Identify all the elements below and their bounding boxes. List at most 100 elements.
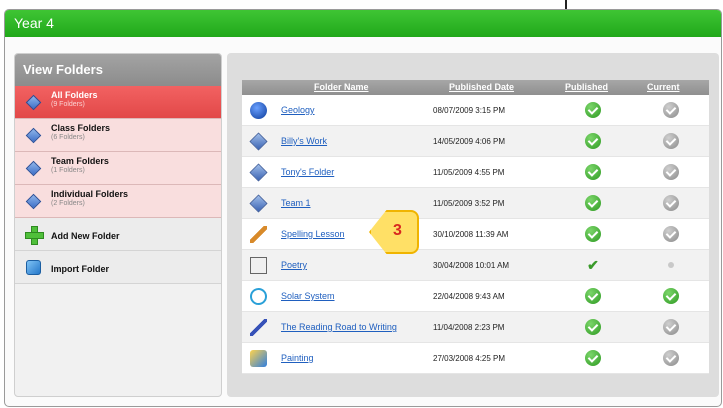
published-status[interactable] bbox=[585, 195, 601, 211]
sidebar: View Folders All Folders (9 Folders) Cla… bbox=[14, 53, 222, 397]
blocks-icon bbox=[250, 257, 267, 274]
class-folders-icon bbox=[25, 127, 42, 144]
published-status[interactable] bbox=[585, 133, 601, 149]
current-check-icon bbox=[663, 133, 679, 149]
add-new-folder-label: Add New Folder bbox=[51, 231, 120, 241]
published-status[interactable] bbox=[585, 226, 601, 242]
table-row[interactable]: Billy's Work 14/05/2009 4:06 PM bbox=[242, 126, 709, 157]
sidebar-item-all-folders[interactable]: All Folders (9 Folders) bbox=[15, 86, 221, 119]
sidebar-item-class-folders[interactable]: Class Folders (6 Folders) bbox=[15, 119, 221, 152]
import-folder-label: Import Folder bbox=[51, 264, 109, 274]
published-date: 08/07/2009 3:15 PM bbox=[433, 106, 506, 115]
current-status[interactable] bbox=[663, 133, 679, 149]
table-row[interactable]: Tony's Folder 11/05/2009 4:55 PM bbox=[242, 157, 709, 188]
current-check-icon bbox=[663, 226, 679, 242]
folders-table: Folder Name Published Date Published Cur… bbox=[242, 80, 709, 374]
folder-diamond-icon bbox=[249, 132, 268, 151]
published-tick-icon: ✔ bbox=[587, 257, 599, 273]
published-check-icon bbox=[585, 195, 601, 211]
folder-list-panel: Folder Name Published Date Published Cur… bbox=[227, 53, 719, 397]
import-folder-button[interactable]: Import Folder bbox=[15, 251, 221, 284]
current-status[interactable] bbox=[663, 350, 679, 366]
folder-name-link[interactable]: Painting bbox=[281, 343, 314, 374]
published-check-icon bbox=[585, 226, 601, 242]
published-status[interactable]: ✔ bbox=[585, 257, 601, 273]
published-status[interactable] bbox=[585, 164, 601, 180]
sidebar-item-label: Class Folders bbox=[51, 123, 111, 133]
globe-icon bbox=[250, 102, 267, 119]
folder-name-link[interactable]: Solar System bbox=[281, 281, 335, 312]
pen-icon bbox=[250, 319, 267, 336]
published-date: 30/10/2008 11:39 AM bbox=[433, 230, 509, 239]
current-status[interactable] bbox=[663, 102, 679, 118]
header-current[interactable]: Current bbox=[647, 80, 680, 95]
add-new-folder-button[interactable]: Add New Folder bbox=[15, 218, 221, 251]
published-check-icon bbox=[585, 350, 601, 366]
folder-name-link[interactable]: The Reading Road to Writing bbox=[281, 312, 397, 343]
window-title: Year 4 bbox=[5, 10, 721, 37]
table-row[interactable]: Team 1 11/05/2009 3:52 PM bbox=[242, 188, 709, 219]
table-row[interactable]: The Reading Road to Writing 11/04/2008 2:… bbox=[242, 312, 709, 343]
sidebar-item-count: (1 Folders) bbox=[51, 167, 85, 174]
sidebar-header: View Folders bbox=[15, 54, 221, 86]
app-window: Year 4 View Folders All Folders (9 Folde… bbox=[4, 9, 722, 407]
current-status[interactable] bbox=[663, 319, 679, 335]
published-check-icon bbox=[585, 102, 601, 118]
sidebar-item-label: All Folders bbox=[51, 90, 98, 100]
current-check-icon bbox=[663, 164, 679, 180]
published-date: 11/05/2009 4:55 PM bbox=[433, 168, 505, 177]
published-status[interactable] bbox=[585, 319, 601, 335]
current-check-icon bbox=[663, 319, 679, 335]
sidebar-item-individual-folders[interactable]: Individual Folders (2 Folders) bbox=[15, 185, 221, 218]
published-check-icon bbox=[585, 288, 601, 304]
header-folder-name[interactable]: Folder Name bbox=[314, 80, 369, 95]
pencil-icon bbox=[250, 226, 267, 243]
sidebar-item-count: (2 Folders) bbox=[51, 200, 85, 207]
table-row[interactable]: Poetry 30/04/2008 10:01 AM ✔ bbox=[242, 250, 709, 281]
current-check-icon bbox=[663, 350, 679, 366]
table-body: Geology 08/07/2009 3:15 PM Billy's Work 14/… bbox=[242, 95, 709, 374]
folder-diamond-icon bbox=[249, 194, 268, 213]
published-date: 27/03/2008 4:25 PM bbox=[433, 354, 506, 363]
folder-name-link[interactable]: Poetry bbox=[281, 250, 307, 281]
table-row[interactable]: Solar System 22/04/2008 9:43 AM bbox=[242, 281, 709, 312]
published-date: 22/04/2008 9:43 AM bbox=[433, 292, 505, 301]
sidebar-item-count: (9 Folders) bbox=[51, 101, 85, 108]
individual-folders-icon bbox=[25, 193, 42, 210]
table-row[interactable]: Geology 08/07/2009 3:15 PM bbox=[242, 95, 709, 126]
table-header: Folder Name Published Date Published Cur… bbox=[242, 80, 709, 95]
published-status[interactable] bbox=[585, 350, 601, 366]
current-check-icon bbox=[663, 102, 679, 118]
current-status[interactable] bbox=[663, 164, 679, 180]
folder-name-link[interactable]: Tony's Folder bbox=[281, 157, 334, 188]
folder-name-link[interactable]: Team 1 bbox=[281, 188, 311, 219]
import-icon bbox=[26, 260, 41, 275]
table-row[interactable]: Spelling Lesson 30/10/2008 11:39 AM bbox=[242, 219, 709, 250]
plus-icon bbox=[25, 226, 44, 245]
sidebar-item-label: Team Folders bbox=[51, 156, 109, 166]
published-date: 11/04/2008 2:23 PM bbox=[433, 323, 505, 332]
atom-icon bbox=[250, 288, 267, 305]
header-published[interactable]: Published bbox=[565, 80, 608, 95]
published-date: 11/05/2009 3:52 PM bbox=[433, 199, 505, 208]
published-status[interactable] bbox=[585, 102, 601, 118]
folder-name-link[interactable]: Geology bbox=[281, 95, 315, 126]
current-status[interactable] bbox=[663, 257, 679, 273]
current-check-icon bbox=[663, 195, 679, 211]
current-check-icon bbox=[663, 288, 679, 304]
sidebar-item-label: Individual Folders bbox=[51, 189, 129, 199]
sidebar-item-team-folders[interactable]: Team Folders (1 Folders) bbox=[15, 152, 221, 185]
folder-name-link[interactable]: Billy's Work bbox=[281, 126, 327, 157]
current-status[interactable] bbox=[663, 288, 679, 304]
published-date: 30/04/2008 10:01 AM bbox=[433, 261, 510, 270]
published-status[interactable] bbox=[585, 288, 601, 304]
published-check-icon bbox=[585, 133, 601, 149]
published-date: 14/05/2009 4:06 PM bbox=[433, 137, 506, 146]
header-published-date[interactable]: Published Date bbox=[449, 80, 514, 95]
folder-name-link[interactable]: Spelling Lesson bbox=[281, 219, 345, 250]
current-status[interactable] bbox=[663, 195, 679, 211]
table-row[interactable]: Painting 27/03/2008 4:25 PM bbox=[242, 343, 709, 374]
current-status[interactable] bbox=[663, 226, 679, 242]
all-folders-icon bbox=[25, 94, 42, 111]
paint-icon bbox=[250, 350, 267, 367]
